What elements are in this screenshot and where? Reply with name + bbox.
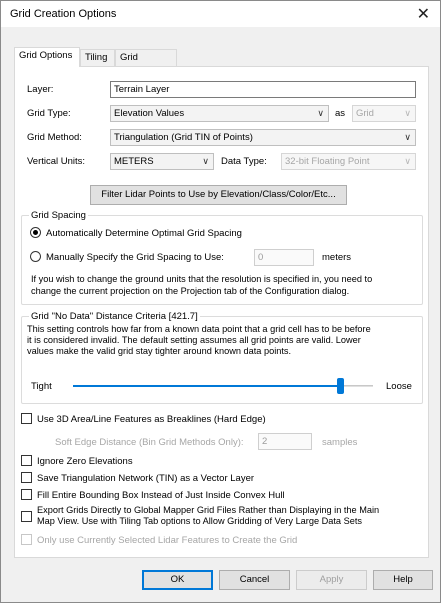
grid-method-select[interactable]: Triangulation (Grid TIN of Points) ∨ (110, 129, 416, 146)
export-grids-line2: Map View. Use with Tiling Tab options to… (37, 516, 362, 526)
save-tin-label: Save Triangulation Network (TIN) as a Ve… (37, 473, 255, 484)
cancel-button[interactable]: Cancel (219, 570, 290, 590)
grid-type-label: Grid Type: (27, 108, 71, 119)
data-type-label: Data Type: (221, 156, 267, 167)
grid-as-value: Grid (356, 108, 374, 119)
only-selected-label: Only use Currently Selected Lidar Featur… (37, 535, 298, 546)
data-type-value: 32-bit Floating Point (285, 156, 370, 167)
grid-type-value: Elevation Values (114, 108, 185, 119)
grid-method-label: Grid Method: (27, 132, 82, 143)
manual-spacing-label: Manually Specify the Grid Spacing to Use… (46, 252, 224, 263)
auto-spacing-radio[interactable] (30, 227, 41, 238)
soft-edge-input[interactable]: 2 (258, 433, 312, 450)
auto-spacing-label: Automatically Determine Optimal Grid Spa… (46, 228, 242, 239)
nodata-desc-line1: This setting controls how far from a kno… (27, 324, 371, 334)
chevron-down-icon: ∨ (317, 108, 324, 118)
breaklines-checkbox[interactable] (21, 413, 32, 424)
nodata-title: Grid "No Data" Distance Criteria [421.7] (29, 311, 200, 322)
manual-spacing-input[interactable]: 0 (254, 249, 314, 266)
window-title: Grid Creation Options (10, 8, 117, 20)
manual-spacing-units: meters (322, 252, 352, 263)
nodata-desc-line3: values make the valid grid stay tighter … (27, 346, 292, 356)
soft-edge-units: samples (322, 437, 358, 448)
soft-edge-label: Soft Edge Distance (Bin Grid Methods Onl… (55, 437, 244, 448)
vertical-units-select[interactable]: METERS ∨ (110, 153, 214, 170)
export-grids-line1: Export Grids Directly to Global Mapper G… (37, 505, 380, 515)
fill-bbox-checkbox[interactable] (21, 489, 32, 500)
fill-bbox-label: Fill Entire Bounding Box Instead of Just… (37, 490, 285, 501)
slider-tight-label: Tight (31, 381, 52, 392)
chevron-down-icon: ∨ (404, 132, 411, 142)
manual-spacing-radio[interactable] (30, 251, 41, 262)
nodata-slider-fill (73, 385, 340, 387)
tab-tiling[interactable]: Tiling (80, 49, 115, 66)
nodata-desc-line2: it is considered invalid. The default se… (27, 335, 361, 345)
tab-grid-bounds[interactable]: Grid Bounds (115, 49, 177, 79)
projection-note-line2: change the current projection on the Pro… (31, 286, 350, 296)
export-grids-checkbox[interactable] (21, 511, 32, 522)
chevron-down-icon: ∨ (202, 156, 209, 166)
only-selected-checkbox[interactable] (21, 534, 32, 545)
ignore-zero-checkbox[interactable] (21, 455, 32, 466)
apply-button[interactable]: Apply (296, 570, 367, 590)
grid-options-panel: Layer: Terrain Layer Grid Type: Elevatio… (14, 66, 429, 558)
grid-type-select[interactable]: Elevation Values ∨ (110, 105, 329, 122)
filter-lidar-button[interactable]: Filter Lidar Points to Use by Elevation/… (90, 185, 347, 205)
chevron-down-icon: ∨ (404, 108, 411, 118)
close-icon[interactable]: ✕ (417, 4, 430, 24)
save-tin-checkbox[interactable] (21, 472, 32, 483)
grid-creation-dialog: Grid Creation Options ✕ Grid Options Til… (0, 0, 441, 603)
tab-grid-options[interactable]: Grid Options (14, 47, 80, 67)
chevron-down-icon: ∨ (404, 156, 411, 166)
help-button[interactable]: Help (373, 570, 433, 590)
ignore-zero-label: Ignore Zero Elevations (37, 456, 133, 467)
grid-method-value: Triangulation (Grid TIN of Points) (114, 132, 253, 143)
nodata-slider-thumb[interactable] (337, 378, 344, 394)
vertical-units-label: Vertical Units: (27, 156, 86, 167)
layer-label: Layer: (27, 84, 54, 95)
breaklines-label: Use 3D Area/Line Features as Breaklines … (37, 414, 266, 425)
as-label: as (335, 108, 346, 119)
projection-note-line1: If you wish to change the ground units t… (31, 274, 373, 284)
layer-input[interactable]: Terrain Layer (110, 81, 416, 98)
slider-loose-label: Loose (386, 381, 412, 392)
ok-button[interactable]: OK (142, 570, 213, 590)
title-bar: Grid Creation Options ✕ (1, 1, 440, 27)
grid-spacing-title: Grid Spacing (29, 210, 88, 221)
data-type-select[interactable]: 32-bit Floating Point ∨ (281, 153, 416, 170)
grid-as-select[interactable]: Grid ∨ (352, 105, 416, 122)
vertical-units-value: METERS (114, 156, 154, 167)
